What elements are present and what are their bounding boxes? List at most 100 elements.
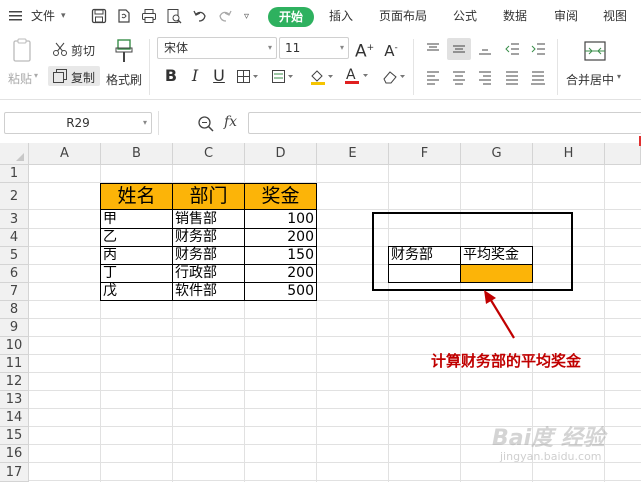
quick-access-more-icon[interactable]: ▿ [244,0,249,33]
criteria-avg-header-cell[interactable]: 平均奖金 [460,246,533,265]
font-name-chevron-icon[interactable]: ▾ [268,38,272,58]
table-header-cell[interactable]: 姓名 [100,183,173,210]
cell-bonus[interactable]: 500 [245,283,316,300]
table-header-cell[interactable]: 部门 [172,183,245,210]
align-left-icon[interactable] [425,69,441,88]
column-header[interactable] [605,143,641,165]
row-header[interactable]: 10 [0,337,29,355]
cell-name[interactable]: 乙 [101,229,119,246]
format-painter-button[interactable]: 格式刷 [106,71,142,88]
row-header[interactable]: 7 [0,283,29,301]
paste-icon[interactable] [11,38,35,67]
average-result-cell[interactable] [460,264,533,283]
copy-button[interactable]: 复制 [71,69,95,86]
column-header[interactable]: F [389,143,461,165]
row-header[interactable]: 6 [0,265,29,283]
print-icon[interactable] [141,8,157,24]
copy-icon[interactable] [52,68,68,87]
row-header[interactable]: 3 [0,210,29,229]
cell-bonus[interactable]: 200 [245,229,316,246]
cell-dept[interactable]: 软件部 [173,283,219,300]
font-size-select[interactable]: 11 ▾ [279,37,349,59]
criteria-empty-cell[interactable] [388,264,461,283]
row-header[interactable]: 13 [0,391,29,409]
align-right-icon[interactable] [477,69,493,88]
merge-dropdown-chevron-icon[interactable]: ▾ [617,72,621,81]
file-dropdown-chevron-icon[interactable]: ▾ [61,0,66,33]
row-header[interactable]: 14 [0,409,29,427]
row-header[interactable]: 8 [0,301,29,319]
row-header[interactable]: 9 [0,319,29,337]
decrease-indent-icon[interactable] [504,41,520,60]
align-bottom-icon[interactable] [477,41,493,60]
align-middle-icon[interactable] [451,41,467,60]
fill-color-icon[interactable] [309,68,335,89]
table-header-cell[interactable]: 奖金 [244,183,317,210]
row-header[interactable]: 16 [0,445,29,463]
increase-indent-icon[interactable] [530,41,546,60]
distributed-align-icon[interactable] [530,69,546,88]
row-header[interactable]: 11 [0,355,29,373]
tab-formulas[interactable]: 公式 [453,0,477,33]
increase-font-size-icon[interactable]: A+ [355,38,374,62]
criteria-dept-cell[interactable]: 财务部 [388,246,461,265]
print-preview-icon[interactable] [166,8,182,24]
column-header[interactable]: A [29,143,101,165]
justify-icon[interactable] [504,69,520,88]
hamburger-menu-icon[interactable] [8,8,24,24]
row-header[interactable]: 4 [0,229,29,247]
row-header[interactable]: 5 [0,247,29,265]
fill-pattern-icon[interactable] [271,69,295,88]
align-center-icon[interactable] [451,69,467,88]
cell-bonus[interactable]: 100 [245,211,316,228]
row-header[interactable]: 12 [0,373,29,391]
format-painter-icon[interactable] [113,38,135,67]
align-top-icon[interactable] [425,41,441,60]
save-icon[interactable] [91,8,107,24]
undo-icon[interactable] [192,8,208,24]
cell-name[interactable]: 甲 [101,211,119,228]
borders-icon[interactable] [236,69,260,88]
cell-dept[interactable]: 行政部 [173,265,219,282]
cell-name[interactable]: 丙 [101,247,119,264]
row-header[interactable]: 2 [0,183,29,210]
font-name-select[interactable]: 宋体 ▾ [157,37,277,59]
row-header[interactable]: 1 [0,165,29,183]
tab-home[interactable]: 开始 [268,7,314,27]
cell-bonus[interactable]: 150 [245,247,316,264]
tab-data[interactable]: 数据 [503,0,527,33]
cell-name[interactable]: 丁 [101,265,119,282]
insert-function-button[interactable]: fx [224,114,237,130]
tab-insert[interactable]: 插入 [329,0,353,33]
column-header[interactable]: G [461,143,533,165]
decrease-font-size-icon[interactable]: A- [382,38,400,60]
merge-center-icon[interactable] [583,39,607,66]
row-header[interactable]: 17 [0,463,29,482]
clear-format-icon[interactable] [381,68,407,89]
cell-dept[interactable]: 销售部 [173,211,219,228]
bold-icon[interactable]: B [162,66,180,86]
cell-dept[interactable]: 财务部 [173,229,219,246]
row-header[interactable]: 15 [0,427,29,445]
redo-icon[interactable] [217,8,233,24]
column-header[interactable]: D [245,143,317,165]
column-header[interactable]: C [173,143,245,165]
font-size-chevron-icon[interactable]: ▾ [340,38,344,58]
formula-input[interactable] [248,112,641,134]
select-all-corner[interactable] [0,143,29,165]
file-menu[interactable]: 文件 [31,0,55,33]
cut-button[interactable]: 剪切 [71,42,95,59]
italic-icon[interactable]: I [186,66,204,86]
cell-dept[interactable]: 财务部 [173,247,219,264]
scissors-icon[interactable] [52,41,68,60]
name-box-chevron-icon[interactable]: ▾ [143,113,147,133]
zoom-search-icon[interactable] [197,115,215,136]
paste-button[interactable]: 粘贴 [8,70,32,87]
cell-name[interactable]: 戊 [101,283,119,300]
name-box[interactable]: R29 ▾ [4,112,152,134]
cell-bonus[interactable]: 200 [245,265,316,282]
font-color-icon[interactable]: A [344,67,370,88]
export-pdf-icon[interactable] [116,8,132,24]
column-header[interactable]: B [101,143,173,165]
column-header[interactable]: H [533,143,605,165]
